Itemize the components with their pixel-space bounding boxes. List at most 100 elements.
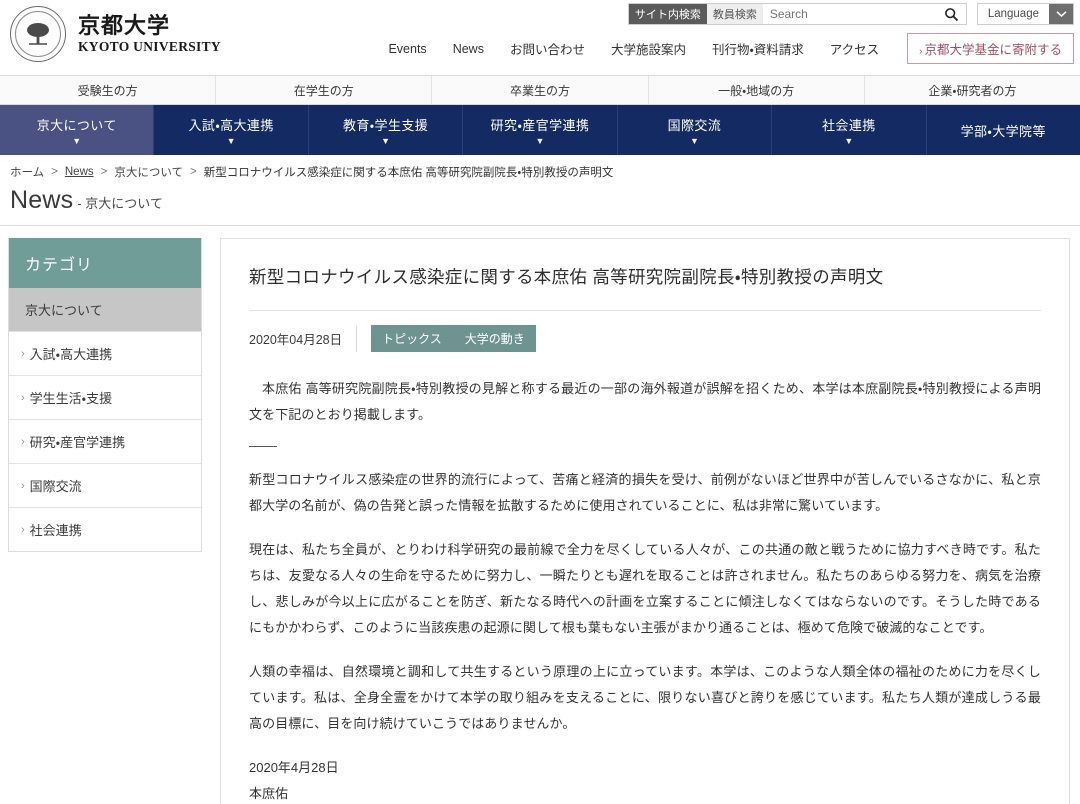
audience-item-3[interactable]: 一般・地域の方 <box>649 76 865 104</box>
language-label: Language <box>978 4 1049 24</box>
sidebar-item-society[interactable]: › 社会連携 <box>9 507 201 551</box>
breadcrumb-separator: > <box>101 166 108 178</box>
sidebar-item-label: 学生生活・支援 <box>30 388 112 407</box>
breadcrumb-separator: > <box>51 166 58 178</box>
util-nav-item-4[interactable]: 刊行物・資料請求 <box>712 39 804 58</box>
page-title: News - 京大について <box>0 180 1080 226</box>
signature-line: 本庶佑 <box>249 781 1041 804</box>
audience-nav: 受験生の方 在学生の方 卒業生の方 一般・地域の方 企業・研究者の方 <box>0 75 1080 105</box>
audience-item-4[interactable]: 企業・研究者の方 <box>865 76 1080 104</box>
logo-text-en: KYOTO UNIVERSITY <box>78 38 221 56</box>
sidebar-item-about-active[interactable]: 京大について <box>9 288 201 331</box>
article-paragraph: 新型コロナウイルス感染症の世界的流行によって、苦痛と経済的損失を受け、前例がない… <box>249 467 1041 519</box>
page-title-sub: - 京大について <box>77 193 163 212</box>
chevron-down-icon: ▼ <box>536 137 545 146</box>
chevron-right-icon: › <box>21 348 25 360</box>
article-meta: 2020年04月28日 トピックス 大学の動き <box>249 325 1041 352</box>
search-box: サイト内検索 教員検索 <box>628 3 967 25</box>
page-title-main: News <box>10 186 73 215</box>
breadcrumb-current: 新型コロナウイルス感染症に関する本庶佑 高等研究院副院長・特別教授の声明文 <box>204 164 614 180</box>
chevron-down-icon: ▼ <box>690 137 699 146</box>
chevron-right-icon: › <box>21 480 25 492</box>
chevron-right-icon: › <box>21 392 25 404</box>
signature-line: 2020年4月28日 <box>249 755 1041 781</box>
primary-nav: 京大について ▼ 入試・高大連携 ▼ 教育・学生支援 ▼ 研究・産官学連携 ▼ … <box>0 105 1080 155</box>
nav-item-faculties[interactable]: 学部・大学院等 <box>927 105 1080 155</box>
chevron-down-icon: ▼ <box>844 137 853 146</box>
util-nav-item-2[interactable]: お問い合わせ <box>510 39 585 58</box>
sidebar-item-label: 研究・産官学連携 <box>30 432 125 451</box>
article-divider <box>249 446 277 447</box>
logo-text-jp: 京都大学 <box>78 13 221 38</box>
nav-item-admissions[interactable]: 入試・高大連携 ▼ <box>154 105 308 155</box>
nav-item-label: 研究・産官学連携 <box>491 115 590 134</box>
search-scope-site-tab[interactable]: サイト内検索 <box>629 4 707 24</box>
util-nav-item-0[interactable]: Events <box>388 42 426 56</box>
nav-item-label: 国際交流 <box>668 115 722 134</box>
breadcrumb-item-about[interactable]: 京大について <box>114 164 183 180</box>
breadcrumb: ホーム > News > 京大について > 新型コロナウイルス感染症に関する本庶… <box>0 155 1080 180</box>
chevron-down-icon: ▼ <box>72 137 81 146</box>
sidebar: カテゴリ 京大について › 入試・高大連携 › 学生生活・支援 › 研究・産官学… <box>0 238 202 804</box>
donate-button-label: 京都大学基金に寄附する <box>924 43 1062 57</box>
article-intro: 本庶佑 高等研究院副院長・特別教授の見解と称する最近の一部の海外報道が誤解を招く… <box>249 376 1041 428</box>
sidebar-item-label: 社会連携 <box>30 520 82 539</box>
nav-item-label: 京大について <box>37 115 117 134</box>
nav-item-research[interactable]: 研究・産官学連携 ▼ <box>463 105 617 155</box>
search-submit-button[interactable] <box>938 4 966 24</box>
utility-nav: Events News お問い合わせ 大学施設案内 刊行物・資料請求 アクセス … <box>388 33 1074 64</box>
audience-item-0[interactable]: 受験生の方 <box>0 76 216 104</box>
chevron-right-icon: › <box>21 436 25 448</box>
site-logo[interactable]: 京都大学 KYOTO UNIVERSITY <box>10 6 221 62</box>
page-root: 京都大学 KYOTO UNIVERSITY サイト内検索 教員検索 Langua… <box>0 0 1080 804</box>
article-tags: トピックス 大学の動き <box>356 325 536 352</box>
university-seal-icon <box>10 6 66 62</box>
sidebar-item-student-life[interactable]: › 学生生活・支援 <box>9 375 201 419</box>
nav-item-international[interactable]: 国際交流 ▼ <box>618 105 772 155</box>
site-header: 京都大学 KYOTO UNIVERSITY サイト内検索 教員検索 Langua… <box>0 0 1080 75</box>
breadcrumb-separator: > <box>190 166 197 178</box>
nav-item-label: 学部・大学院等 <box>961 121 1046 140</box>
sidebar-item-international[interactable]: › 国際交流 <box>9 463 201 507</box>
sidebar-item-admissions[interactable]: › 入試・高大連携 <box>9 331 201 375</box>
article-body: 本庶佑 高等研究院副院長・特別教授の見解と称する最近の一部の海外報道が誤解を招く… <box>249 376 1041 804</box>
article-paragraph: 人類の幸福は、自然環境と調和して共生するという原理の上に立っています。本学は、こ… <box>249 659 1041 737</box>
category-heading: カテゴリ <box>9 238 201 288</box>
article-signature: 2020年4月28日 本庶佑 京都大学高等研究院 副院長・特別教授 <box>249 755 1041 804</box>
language-selector[interactable]: Language <box>977 3 1074 25</box>
chevron-down-icon[interactable] <box>1049 4 1073 24</box>
content-area: カテゴリ 京大について › 入試・高大連携 › 学生生活・支援 › 研究・産官学… <box>0 226 1080 804</box>
nav-item-education[interactable]: 教育・学生支援 ▼ <box>309 105 463 155</box>
nav-item-label: 社会連携 <box>822 115 876 134</box>
tag-badge[interactable]: 大学の動き <box>453 325 536 352</box>
util-nav-item-3[interactable]: 大学施設案内 <box>611 39 686 58</box>
search-scope-faculty-tab[interactable]: 教員検索 <box>707 4 763 24</box>
nav-item-society[interactable]: 社会連携 ▼ <box>772 105 926 155</box>
chevron-down-icon: ▼ <box>381 137 390 146</box>
sidebar-item-label: 国際交流 <box>30 476 82 495</box>
camphor-tree-glyph <box>23 19 53 49</box>
nav-item-label: 入試・高大連携 <box>189 115 274 134</box>
category-card: カテゴリ 京大について › 入試・高大連携 › 学生生活・支援 › 研究・産官学… <box>8 238 202 552</box>
search-input[interactable] <box>763 4 938 24</box>
sidebar-item-research[interactable]: › 研究・産官学連携 <box>9 419 201 463</box>
nav-item-about[interactable]: 京大について ▼ <box>0 105 154 155</box>
audience-item-2[interactable]: 卒業生の方 <box>432 76 648 104</box>
tag-badge[interactable]: トピックス <box>371 325 453 352</box>
search-icon <box>944 7 959 22</box>
breadcrumb-item-home[interactable]: ホーム <box>10 164 44 180</box>
header-search-row: サイト内検索 教員検索 Language <box>628 3 1074 25</box>
article-title: 新型コロナウイルス感染症に関する本庶佑 高等研究院副院長・特別教授の声明文 <box>249 265 1041 311</box>
util-nav-item-5[interactable]: アクセス <box>830 39 879 58</box>
article: 新型コロナウイルス感染症に関する本庶佑 高等研究院副院長・特別教授の声明文 20… <box>220 238 1070 804</box>
chevron-right-icon: › <box>919 46 922 57</box>
article-date: 2020年04月28日 <box>249 329 356 348</box>
breadcrumb-item-news[interactable]: News <box>65 166 94 178</box>
article-paragraph: 現在は、私たち全員が、とりわけ科学研究の最前線で全力を尽くしている人々が、この共… <box>249 537 1041 641</box>
chevron-right-icon: › <box>21 524 25 536</box>
chevron-down-icon: ▼ <box>227 137 236 146</box>
audience-item-1[interactable]: 在学生の方 <box>216 76 432 104</box>
sidebar-item-label: 入試・高大連携 <box>30 344 112 363</box>
util-nav-item-1[interactable]: News <box>453 42 484 56</box>
donate-button[interactable]: ›京都大学基金に寄附する <box>907 33 1074 64</box>
